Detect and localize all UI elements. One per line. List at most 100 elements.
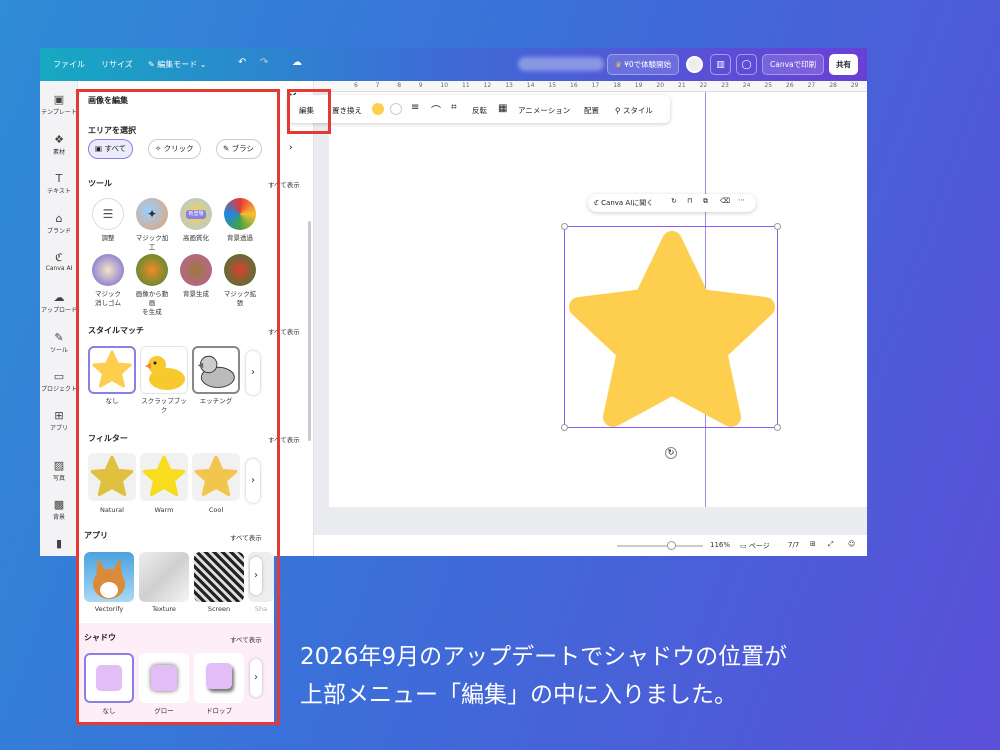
resize-handle[interactable] (561, 424, 568, 431)
share-button[interactable]: 共有 (829, 54, 858, 75)
ruler-tick: 18 (613, 82, 621, 89)
zoom-slider[interactable] (617, 541, 703, 550)
paint-roller-icon: ⚲ (615, 106, 623, 115)
trial-button[interactable]: ♛ ¥0で体験開始 (607, 54, 680, 75)
stats-icon[interactable]: ▥ (710, 54, 731, 75)
ruler-tick: 19 (634, 82, 643, 89)
help-icon[interactable]: ☺ (848, 540, 855, 548)
redo-icon[interactable]: ↷ (260, 57, 268, 68)
star-shape[interactable] (565, 227, 779, 429)
caption: 2026年9月のアップデートでシャドウの位置が 上部メニュー「編集」の中に入りま… (300, 638, 787, 714)
page-count: 7/7 (788, 541, 800, 549)
ruler-tick: 17 (591, 82, 600, 89)
ruler-tick: 22 (699, 82, 708, 89)
rail-item-brand[interactable]: ⌂ ブランド (40, 212, 78, 235)
ruler-tick: 28 (829, 82, 837, 89)
border-color-swatch[interactable] (390, 103, 402, 115)
resize-handle[interactable] (774, 223, 781, 230)
ruler-tick: 11 (462, 82, 470, 89)
lock-icon[interactable]: ⊓ (687, 197, 692, 205)
ruler-tick: 9 (418, 82, 423, 89)
style-button[interactable]: ⚲ スタイル (615, 105, 653, 116)
brand-icon: ⌂ (55, 212, 63, 225)
trial-label: ¥0で体験開始 (624, 60, 672, 69)
refresh-icon[interactable]: ↻ (671, 197, 677, 205)
left-rail: ▣ テンプレート ❖ 素材 T テキスト ⌂ ブランド ℭ Canva AI ☁ アップロー… (40, 81, 78, 556)
ask-canva-ai[interactable]: ℭ Canva AIに聞く (594, 198, 653, 208)
crop-icon[interactable]: ⌗ (451, 102, 457, 113)
ruler-tick: 16 (570, 82, 578, 89)
zoom-level[interactable]: 116% (710, 541, 730, 549)
resize-handle[interactable] (774, 424, 781, 431)
pencil-icon: ✎ (148, 60, 158, 69)
print-button[interactable]: Canvaで印刷 (762, 54, 825, 75)
resize-menu[interactable]: リサイズ (101, 59, 133, 70)
avatar[interactable] (686, 56, 703, 73)
fill-color-swatch[interactable] (372, 103, 384, 115)
top-bar: ファイル リサイズ ✎ 編集モード ⌄ ↶ ↷ ☁ ♛ ¥0で体験開始 ▥ ◯ … (40, 48, 867, 81)
rail-item-photos[interactable]: ▨ 写真 (40, 459, 78, 482)
rail-item-uploads[interactable]: ☁ アップロード (40, 291, 78, 314)
ruler-tick: 6 (354, 82, 358, 89)
rail-item-canva-ai[interactable]: ℭ Canva AI (40, 251, 78, 272)
grid-view-icon[interactable]: ⊞ (810, 540, 816, 548)
upload-icon: ☁ (53, 291, 65, 304)
resize-handle[interactable] (561, 223, 568, 230)
rail-item-tools[interactable]: ✎ ツール (40, 331, 78, 354)
element-float-bar: ℭ Canva AIに聞く ↻ ⊓ ⧉ ⌫ ⋯ (588, 194, 756, 212)
ruler: 6 7 8 9 10 11 12 13 14 15 16 17 18 19 20 21 22 23 24 25 26 27… (314, 81, 867, 92)
crown-icon: ♛ (615, 60, 625, 69)
arrange-button[interactable]: 配置 (584, 105, 599, 116)
photo-icon: ▨ (53, 459, 65, 472)
ruler-tick: 27 (807, 82, 816, 89)
duplicate-icon[interactable]: ⧉ (703, 197, 708, 206)
highlight-panel-box (76, 89, 280, 725)
comment-icon[interactable]: ◯ (736, 54, 757, 75)
rail-item-text[interactable]: T テキスト (40, 172, 78, 195)
ruler-tick: 29 (850, 82, 859, 89)
elements-icon: ❖ (54, 133, 64, 146)
rotate-icon[interactable]: ↻ (665, 447, 677, 459)
apps-icon: ⊞ (54, 409, 64, 422)
rail-item-background[interactable]: ▩ 背景 (40, 498, 78, 521)
ruler-tick: 15 (548, 82, 557, 89)
ruler-tick: 14 (526, 82, 535, 89)
bottom-bar: 116% ▭ ページ 7/7 ⊞ ⤢ ☺ (314, 535, 867, 556)
template-icon: ▣ (53, 93, 65, 106)
ruler-tick: 26 (786, 82, 794, 89)
panel-scrollbar[interactable] (308, 221, 311, 441)
rail-item-apps[interactable]: ⊞ アプリ (40, 409, 78, 432)
rail-item-projects[interactable]: ▭ プロジェクト (40, 370, 78, 393)
chart-icon[interactable]: ▮ (40, 537, 78, 551)
edit-mode-menu[interactable]: ✎ 編集モード ⌄ (148, 59, 207, 70)
context-toolbar: 編集 置き換え ≡ ⌒ ⌗ 反転 ▦ アニメーション 配置 ⚲ スタイル (288, 95, 670, 123)
more-icon[interactable]: ⋯ (738, 196, 745, 204)
ruler-tick: 12 (483, 82, 492, 89)
caption-line-2: 上部メニュー「編集」の中に入りました。 (300, 682, 737, 708)
ruler-tick: 8 (397, 82, 402, 89)
replace-button[interactable]: 置き換え (332, 105, 362, 116)
transparency-icon[interactable]: ▦ (498, 103, 507, 114)
border-style-icon[interactable]: ≡ (411, 102, 419, 113)
ruler-tick: 21 (678, 82, 686, 89)
flip-button[interactable]: 反転 (472, 105, 487, 116)
rail-item-elements[interactable]: ❖ 素材 (40, 133, 78, 156)
folder-icon: ▭ (53, 370, 65, 383)
ruler-tick: 10 (440, 82, 449, 89)
ruler-tick: 25 (764, 82, 773, 89)
ruler-tick: 20 (656, 82, 665, 89)
background-icon: ▩ (53, 498, 65, 511)
trash-icon[interactable]: ⌫ (720, 197, 730, 205)
corner-radius-icon[interactable]: ⌒ (431, 102, 441, 117)
selection-box[interactable] (564, 226, 778, 428)
chevron-right-icon[interactable]: › (289, 143, 293, 153)
ruler-tick: 23 (721, 82, 729, 89)
rail-item-templates[interactable]: ▣ テンプレート (40, 93, 78, 116)
animation-button[interactable]: アニメーション (518, 105, 570, 116)
undo-icon[interactable]: ↶ (238, 57, 246, 68)
fullscreen-icon[interactable]: ⤢ (828, 540, 834, 549)
blurred-title (518, 57, 604, 71)
ruler-tick: 24 (742, 82, 751, 89)
pages-button[interactable]: ▭ ページ (740, 541, 770, 551)
file-menu[interactable]: ファイル (53, 59, 85, 70)
